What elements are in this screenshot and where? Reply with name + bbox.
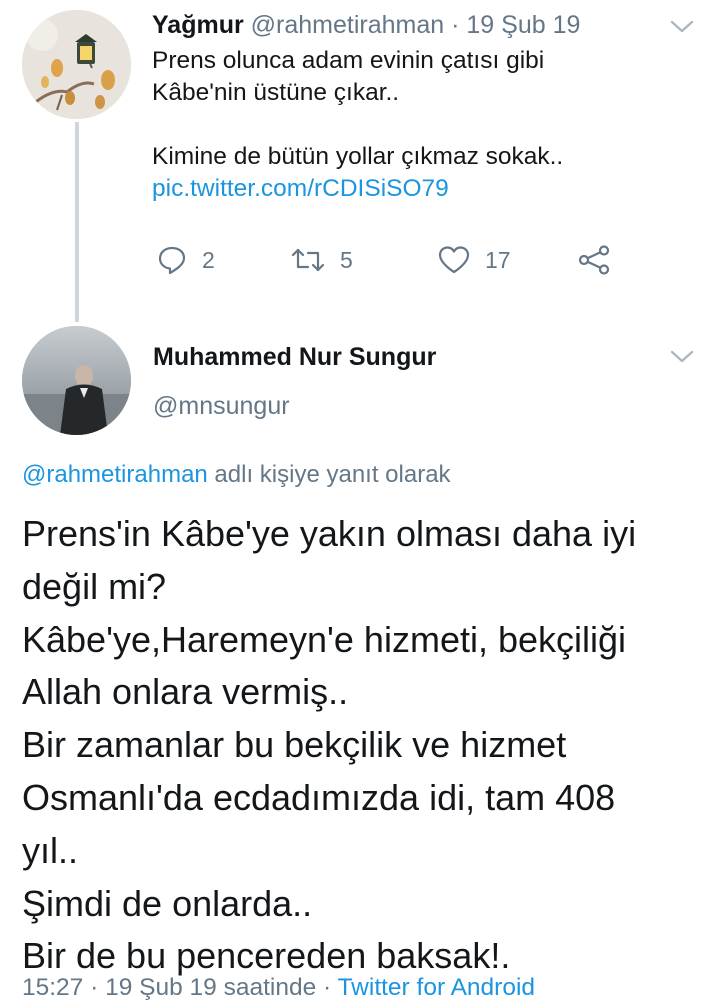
tweet-text-line: [152, 109, 563, 141]
user-handle[interactable]: @rahmetirahman: [251, 11, 445, 39]
thread-connector-line: [75, 122, 79, 322]
tweet-text-line: Kimine de bütün yollar çıkmaz sokak..: [152, 143, 564, 170]
reply-icon: [158, 246, 186, 275]
tweet-text-line: Kâbe'nin üstüne çıkar..: [152, 79, 400, 106]
reply-count: 2: [202, 246, 215, 273]
display-name[interactable]: Muhammed Nur Sungur: [153, 342, 436, 372]
tweet-timestamp: 15:27 · 19 Şub 19 saatinde ·: [22, 974, 338, 1001]
tweet-text-line: Osmanlı'da ecdadımızda idi, tam 408: [22, 776, 616, 818]
tweet-text-line: Prens olunca adam evinin çatısı gibi: [152, 47, 545, 74]
share-icon: [578, 245, 610, 275]
tweet-text-line: Şimdi de onlarda..: [22, 882, 313, 924]
like-count: 17: [485, 246, 511, 273]
tweet-action-bar: 2 5 17: [152, 242, 622, 278]
heart-icon: [438, 246, 470, 274]
profile-photo-icon: [22, 326, 131, 435]
tweet-text-line: Prens'in Kâbe'ye yakın olması daha iyi: [22, 513, 637, 554]
tweet-text-line: Allah onlara vermiş..: [22, 671, 349, 713]
media-link[interactable]: pic.twitter.com/rCDISiSO79: [152, 173, 563, 205]
avatar[interactable]: [22, 326, 131, 435]
display-name[interactable]: Yağmur: [152, 11, 244, 39]
lantern-photo-icon: [22, 10, 131, 119]
retweet-count: 5: [340, 246, 353, 273]
tweet-date[interactable]: 19 Şub 19: [466, 11, 580, 39]
chevron-down-icon[interactable]: [668, 14, 696, 38]
share-button[interactable]: [577, 242, 611, 278]
like-button[interactable]: 17: [437, 242, 511, 278]
tweet-text-line: yıl..: [22, 829, 79, 871]
tweet-source-link[interactable]: Twitter for Android: [338, 974, 535, 1001]
retweet-icon: [291, 248, 325, 272]
replying-to-label: adlı kişiye yanıt olarak: [207, 461, 451, 488]
tweet-text-line: Bir zamanlar bu bekçilik ve hizmet: [22, 724, 567, 766]
replying-to-mention[interactable]: @rahmetirahman: [22, 461, 208, 488]
parent-tweet-text: Prens olunca adam evinin çatısı gibi Kâb…: [152, 45, 563, 205]
tweet-timestamp-footer: 15:27 · 19 Şub 19 saatinde · Twitter for…: [22, 972, 535, 1004]
reply-tweet-text: Prens'in Kâbe'ye yakın olması daha iyi d…: [22, 508, 712, 983]
chevron-down-icon[interactable]: [668, 344, 696, 368]
separator: ·: [451, 11, 460, 39]
user-handle[interactable]: @mnsungur: [153, 391, 290, 421]
retweet-button[interactable]: 5: [290, 242, 353, 278]
parent-tweet-header: Yağmur @rahmetirahman · 19 Şub 19: [152, 10, 580, 40]
reply-button[interactable]: 2: [156, 242, 215, 278]
tweet-text-line: Kâbe'ye,Haremeyn'e hizmeti, bekçiliği: [22, 618, 627, 660]
tweet-text-line: değil mi?: [22, 565, 167, 607]
avatar[interactable]: [22, 10, 131, 119]
replying-to: @rahmetirahman adlı kişiye yanıt olarak: [22, 460, 451, 490]
